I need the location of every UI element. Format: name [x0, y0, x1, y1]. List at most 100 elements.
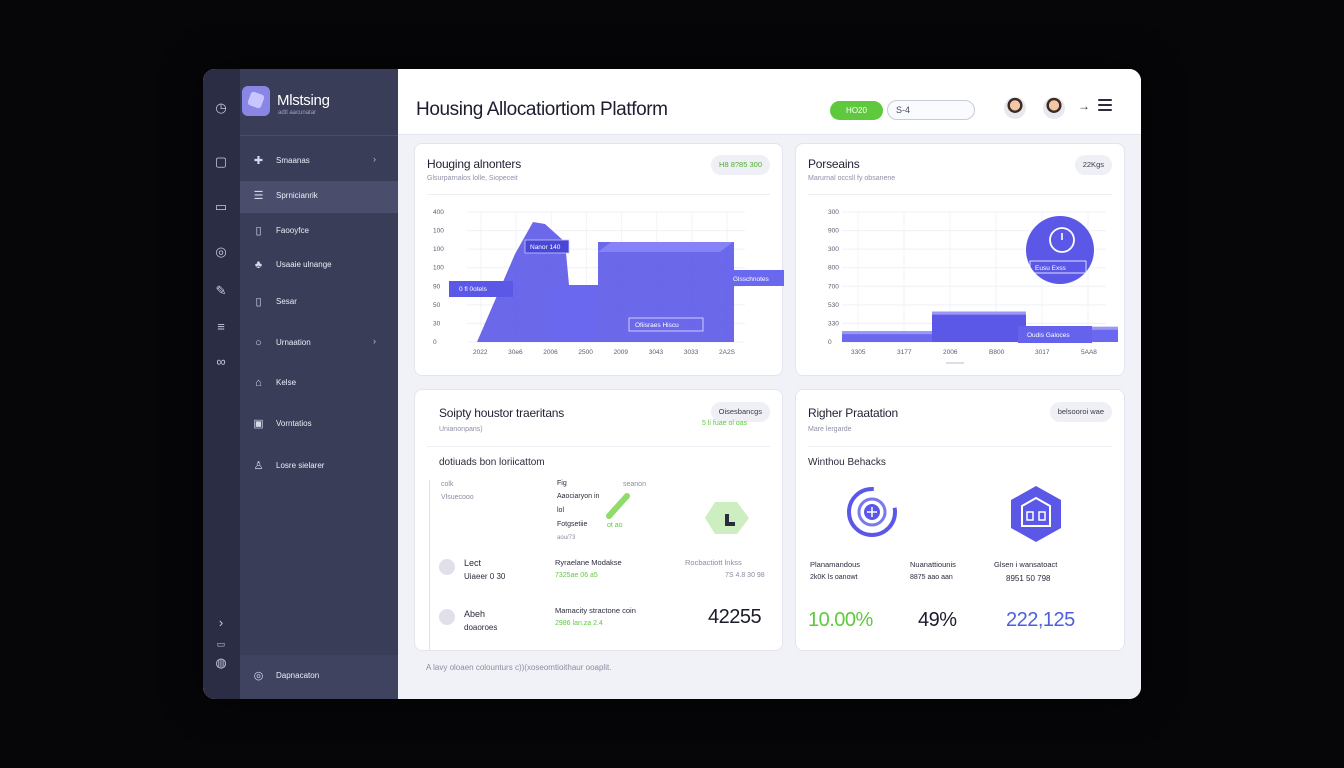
x-tick-label: 3033 — [684, 349, 699, 356]
stat-sub: 8951 50 798 — [1006, 574, 1051, 583]
user-icon: ♙ — [253, 460, 264, 472]
sidebar-item-8[interactable]: ♙ Losre sielarer — [240, 451, 398, 483]
row-mid: Mamacity stractone coin — [555, 606, 636, 615]
x-tick-label: 2006 — [943, 349, 958, 356]
sidebar-item-label: Kelse — [276, 378, 297, 387]
sidebar-item-2[interactable]: ▯ Faooyfce — [240, 216, 398, 248]
list-icon[interactable]: ≡ — [212, 318, 230, 336]
square-icon[interactable]: ▢ — [212, 153, 230, 171]
bar-cap — [842, 331, 934, 335]
avatar[interactable] — [1004, 97, 1026, 119]
y-tick-label: 100 — [433, 265, 444, 272]
card-badge[interactable]: Oisesbancgs — [710, 402, 770, 422]
chart-label-right: Glsschnotes — [733, 276, 770, 283]
row-sub: doaoroes — [464, 623, 498, 632]
hash-icon[interactable]: ▭ — [212, 635, 230, 653]
list-item: Fig — [557, 480, 567, 487]
chart-label-mid: Ofiisraes Hiscu — [635, 322, 679, 329]
brand-logo[interactable] — [242, 86, 270, 116]
row-mid-sub: 7325ae 06 a5 — [555, 572, 598, 579]
chevron-right-icon: › — [373, 154, 376, 164]
y-tick-label: 0 — [828, 339, 832, 346]
sidebar: Mlstsing adtl aacunatar ✚ Smaanas › ☰ Sp… — [240, 69, 398, 699]
x-tick-label: 2022 — [473, 349, 488, 356]
card-title: Righer Praatation — [808, 406, 898, 420]
stat-sub: 8875 aao aan — [910, 574, 953, 581]
x-tick-label: 30e6 — [508, 349, 523, 356]
bubble-label: Eusu Exss — [1035, 265, 1066, 272]
x-tick-label: 3043 — [649, 349, 664, 356]
stat-value: 49% — [918, 609, 957, 631]
chat-icon[interactable]: ▭ — [212, 198, 230, 216]
y-tick-label: 90 — [433, 283, 441, 290]
x-tick-label: 3017 — [1035, 349, 1050, 356]
personals-card: Porseains Marurnal occsll fy obsanene 22… — [795, 143, 1125, 376]
chart-label-left: 0 fl 0otels — [459, 286, 488, 293]
hamburger-menu-icon[interactable] — [1098, 99, 1112, 111]
x-tick-label: 2006 — [543, 349, 558, 356]
y-tick-label: 100 — [433, 246, 444, 253]
y-tick-label: 300 — [828, 246, 839, 253]
page-title: Housing Allocatiortiom Platform — [416, 99, 668, 120]
x-tick-label: 5AA8 — [1081, 349, 1097, 356]
sidebar-item-0[interactable]: ✚ Smaanas › — [240, 146, 398, 178]
divider — [427, 446, 770, 447]
target-icon[interactable]: ◎ — [212, 243, 230, 261]
sidebar-item-7[interactable]: ▣ Vorntatios — [240, 409, 398, 441]
sidebar-item-label: Vorntatios — [276, 419, 312, 428]
card-badge[interactable]: belsooroi wae — [1049, 402, 1112, 422]
stat-label: Glsen i wansatoact — [994, 560, 1058, 569]
allocations-chart: 400 100 100 100 90 50 30 0 2022 30e6 2006 2500 2009… — [433, 209, 784, 356]
sidebar-footer-label: Dapnacaton — [276, 671, 320, 680]
bar-label: Oudis Galoces — [1027, 332, 1070, 339]
row-name: Abeh — [464, 609, 486, 619]
x-tick-label: B800 — [989, 349, 1005, 356]
sidebar-item-4[interactable]: ▯ Sesar — [240, 287, 398, 319]
tools-icon[interactable]: ✎ — [212, 282, 230, 300]
brand-name: Mlstsing — [277, 92, 330, 109]
clock-icon[interactable]: ◷ — [212, 99, 230, 117]
brand-subtitle: adtl aacunatar — [278, 110, 317, 116]
globe-icon[interactable]: ◍ — [212, 654, 230, 672]
footer-note: A lavy oloaen colounturs c))(xoseomtioit… — [426, 663, 612, 672]
bar-block — [598, 242, 733, 252]
divider — [808, 446, 1112, 447]
sidebar-item-5[interactable]: ○ Urnaation › — [240, 328, 398, 360]
y-tick-label: 800 — [828, 265, 839, 272]
avatar[interactable] — [1043, 97, 1065, 119]
main-area: Housing Allocatiortiom Platform HO20 S-4… — [398, 69, 1141, 699]
app-window: ◷ ▢ ▭ ◎ ✎ ≡ ∞ › ▭ ◍ Mlstsing adtl aacuna… — [203, 69, 1141, 699]
bar — [932, 311, 1026, 342]
personals-chart: 300 900 300 800 700 530 330 0 3305 3177 2006 B800 3… — [828, 209, 1118, 364]
row-name: Lect — [464, 558, 482, 568]
sidebar-footer[interactable]: ◎ Dapnacaton — [240, 655, 398, 699]
sidebar-item-label: Usaaie ulnange — [276, 260, 332, 269]
sidebar-item-6[interactable]: ⌂ Kelse — [240, 368, 398, 400]
stat-sub: 2k0K ls oanowt — [810, 574, 858, 581]
row-right: Rocbactiott lnkss — [685, 558, 742, 567]
link-icon[interactable]: ∞ — [212, 353, 230, 371]
target-icon — [847, 487, 897, 537]
sidebar-item-label: Sprnicianrik — [276, 191, 318, 200]
sidebar-item-3[interactable]: ♣ Usaaie ulnange — [240, 250, 398, 282]
stat-value: 10.00% — [808, 609, 873, 631]
sidebar-item-label: Smaanas — [276, 156, 310, 165]
divider — [240, 135, 398, 136]
list-item: Fotgsetiie — [557, 521, 588, 528]
y-tick-label: 700 — [828, 283, 839, 290]
y-tick-label: 900 — [828, 228, 839, 235]
chart-label-peak: Nanor 140 — [530, 244, 561, 251]
bubble-marker — [1026, 216, 1094, 284]
y-tick-label: 530 — [828, 302, 839, 309]
file-icon: ▯ — [255, 296, 262, 308]
chevron-right-icon[interactable]: › — [212, 614, 230, 632]
search-input[interactable]: S-4 — [887, 100, 975, 120]
row-mid: Ryraelane Modakse — [555, 558, 622, 567]
column-label: Vlsuecooo — [441, 494, 474, 501]
status-badge[interactable]: HO20 — [830, 101, 883, 120]
sidebar-item-label: Urnaation — [276, 338, 311, 347]
sidebar-item-label: Faooyfce — [276, 226, 309, 235]
y-tick-label: 400 — [433, 209, 444, 216]
sidebar-item-1[interactable]: ☰ Sprnicianrik — [240, 181, 398, 213]
arrow-right-icon[interactable]: → — [1078, 99, 1090, 113]
